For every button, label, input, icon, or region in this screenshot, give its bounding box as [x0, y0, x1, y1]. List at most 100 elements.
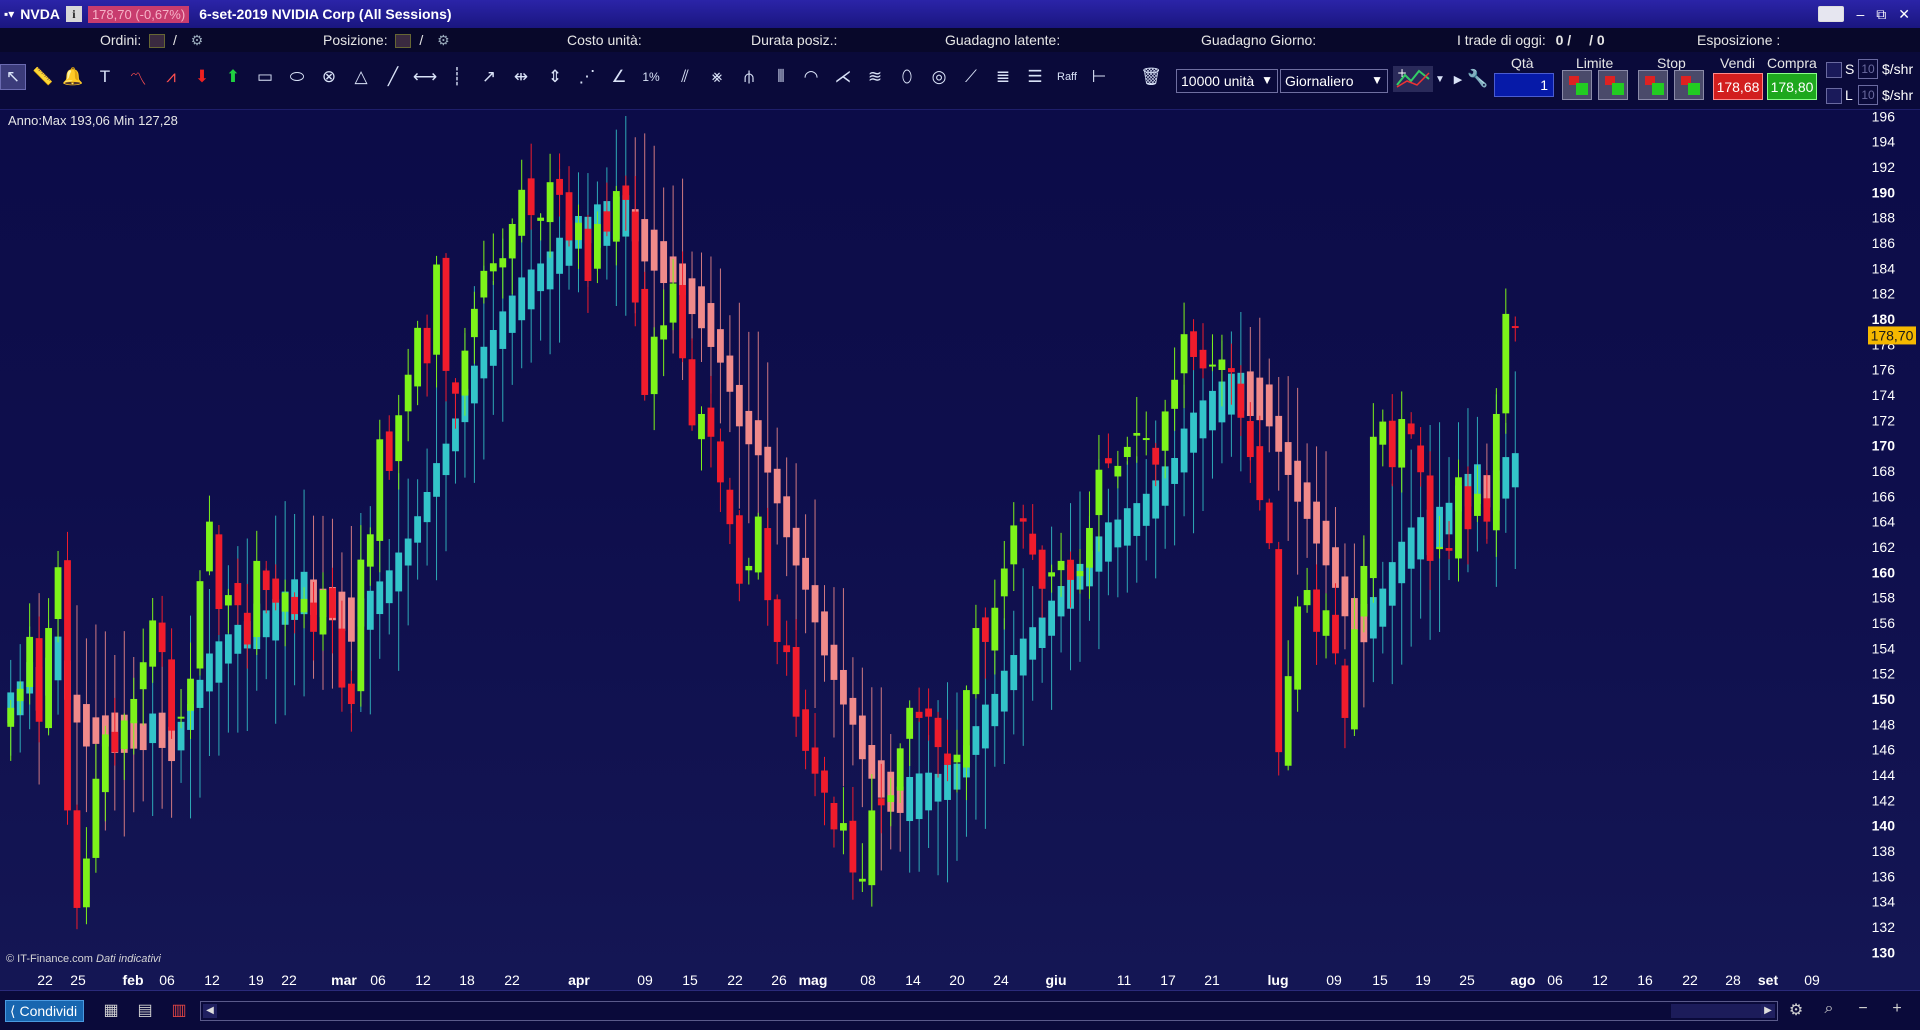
ma-bar-body: [499, 311, 507, 349]
stop-sell-order-button[interactable]: [1674, 70, 1704, 100]
trash-icon[interactable]: 🗑: [1138, 64, 1164, 90]
trendline-icon[interactable]: 〽: [125, 64, 151, 90]
channel-icon[interactable]: ⫽: [672, 64, 698, 90]
horizontal-line-icon[interactable]: ⟷: [412, 64, 438, 90]
buy-arrow-icon[interactable]: ⬆: [220, 64, 246, 90]
window-menu-icon[interactable]: ▪▾: [4, 7, 14, 21]
zoom-fit-icon[interactable]: ⌕: [1818, 1000, 1840, 1022]
status-bar: ⟨ Condividi ▦ ▤ ▥ ◀ ▶ ⚙ ⌕ − +: [0, 990, 1920, 1030]
price-candle-body: [1104, 458, 1112, 464]
zoom-in-icon[interactable]: +: [1886, 1000, 1908, 1022]
fan-icon[interactable]: ⋰: [574, 64, 600, 90]
ruler-icon[interactable]: 📏: [30, 64, 56, 90]
price-candle-body: [1511, 326, 1519, 329]
ordini-settings-gear-icon[interactable]: ⚙: [191, 32, 204, 48]
info-icon[interactable]: i: [65, 6, 82, 22]
vertical-line-icon[interactable]: ┊: [444, 64, 470, 90]
y-axis-tick-label: 144: [1872, 767, 1896, 783]
source-text: © IT-Finance.com: [6, 953, 93, 965]
ma-bar-body: [1388, 562, 1396, 606]
limit-l-value[interactable]: 10: [1858, 85, 1878, 105]
expand-arrow-icon[interactable]: ▶: [1452, 66, 1464, 92]
sell-arrow-icon[interactable]: ⬇: [189, 64, 215, 90]
line-icon[interactable]: ╱: [380, 64, 406, 90]
keyboard-icon[interactable]: [1818, 6, 1845, 22]
ray-icon[interactable]: ↗: [476, 64, 502, 90]
buy-button[interactable]: 178,80: [1767, 73, 1817, 100]
y-axis-tick-label: 136: [1872, 868, 1896, 884]
horizontal-scrollbar[interactable]: ◀ ▶: [200, 1001, 1778, 1021]
stop-s-value[interactable]: 10: [1858, 59, 1878, 79]
angle-icon[interactable]: ∠: [606, 64, 632, 90]
zigzag-icon[interactable]: ⩘: [158, 64, 184, 90]
pitchfork-icon[interactable]: ⫛: [736, 64, 762, 90]
ellipse-tool-icon[interactable]: ⬯: [894, 64, 920, 90]
price-candle-body: [1464, 486, 1472, 530]
measure-icon[interactable]: ⇕: [542, 64, 568, 90]
ordini-orders-icon[interactable]: [149, 34, 166, 49]
ticker-symbol[interactable]: NVDA: [20, 6, 60, 22]
price-candle-body: [1019, 518, 1027, 522]
posizione-settings-gear-icon[interactable]: ⚙: [437, 32, 450, 48]
document-icon[interactable]: ▤: [134, 1000, 156, 1022]
layout-icon[interactable]: ▦: [100, 1000, 122, 1022]
minimize-button[interactable]: –: [1856, 6, 1864, 22]
regression-icon[interactable]: ⨳: [704, 64, 730, 90]
quantity-dropdown[interactable]: 10000 unità ▼: [1176, 69, 1278, 93]
speed-lines-icon[interactable]: ⟋: [958, 64, 984, 90]
share-button[interactable]: ⟨ Condividi: [5, 1000, 85, 1022]
posizione-icon[interactable]: [395, 34, 412, 49]
stop-checkbox[interactable]: [1826, 62, 1842, 78]
scroll-right-arrow-icon[interactable]: ▶: [1761, 1004, 1775, 1018]
close-button[interactable]: ✕: [1898, 6, 1910, 23]
cross-line-icon[interactable]: ⇹: [508, 64, 534, 90]
stop-label: Stop: [1657, 55, 1686, 71]
ma-bar-body: [1294, 460, 1302, 502]
chart-settings-icon[interactable]: ⚙: [1785, 1000, 1807, 1022]
quantity-input[interactable]: 1: [1494, 73, 1554, 97]
fibonacci-icon[interactable]: ≣: [990, 64, 1016, 90]
limit-sell-order-button[interactable]: [1598, 70, 1628, 100]
percent-icon[interactable]: 1%: [638, 64, 664, 90]
cursor-icon[interactable]: ↖: [0, 64, 26, 90]
ma-bar-body: [1142, 493, 1150, 526]
rectangle-icon[interactable]: ▭: [252, 64, 278, 90]
restore-button[interactable]: ⧉: [1876, 6, 1886, 23]
ma-bar-body: [1332, 547, 1339, 588]
spiral-icon[interactable]: ◎: [926, 64, 952, 90]
ma-bar-body: [745, 410, 753, 445]
price-candle-body: [792, 646, 800, 717]
wrench-settings-icon[interactable]: 🔧: [1465, 66, 1491, 92]
price-candle-body: [1038, 549, 1046, 589]
raff-channel-icon[interactable]: Raff: [1054, 64, 1080, 90]
period-dropdown[interactable]: Giornaliero ▼: [1280, 69, 1388, 93]
extension-icon[interactable]: ⊢: [1086, 64, 1112, 90]
candlestick-chart-svg[interactable]: 1961941921901881861841821801781761741721…: [0, 110, 1920, 990]
gann-fan-icon[interactable]: ⋌: [830, 64, 856, 90]
text-icon[interactable]: T: [92, 64, 118, 90]
sell-button[interactable]: 178,68: [1713, 73, 1763, 100]
alarm-bell-icon[interactable]: 🔔: [60, 64, 86, 90]
y-axis-tick-label: 194: [1872, 134, 1896, 150]
scroll-left-arrow-icon[interactable]: ◀: [203, 1004, 217, 1018]
scroll-thumb[interactable]: [1671, 1004, 1761, 1018]
triangle-icon[interactable]: △: [348, 64, 374, 90]
zoom-out-icon[interactable]: −: [1852, 1000, 1874, 1022]
retracement-icon[interactable]: ☰: [1022, 64, 1048, 90]
circle-icon[interactable]: ⊗: [316, 64, 342, 90]
guadagno-giorno-label: Guadagno Giorno:: [1201, 32, 1317, 48]
stop-buy-order-button[interactable]: [1638, 70, 1668, 100]
cycle-lines-icon[interactable]: ⦀: [768, 64, 794, 90]
source-note: Dati indicativi: [96, 953, 161, 965]
share-label: Condividi: [19, 1003, 78, 1019]
limit-buy-order-button[interactable]: [1562, 70, 1592, 100]
ellipse-icon[interactable]: ⬭: [284, 64, 310, 90]
price-candle-body: [347, 683, 355, 705]
indicators-menu-chevron-icon[interactable]: ▼: [1434, 66, 1446, 92]
arc-icon[interactable]: ◠: [798, 64, 824, 90]
parallel-lines-icon[interactable]: ≋: [862, 64, 888, 90]
table-icon[interactable]: ▥: [168, 1000, 190, 1022]
price-chart[interactable]: 1961941921901881861841821801781761741721…: [0, 110, 1920, 990]
indicators-icon[interactable]: +: [1393, 66, 1433, 92]
limit-checkbox[interactable]: [1826, 88, 1842, 104]
